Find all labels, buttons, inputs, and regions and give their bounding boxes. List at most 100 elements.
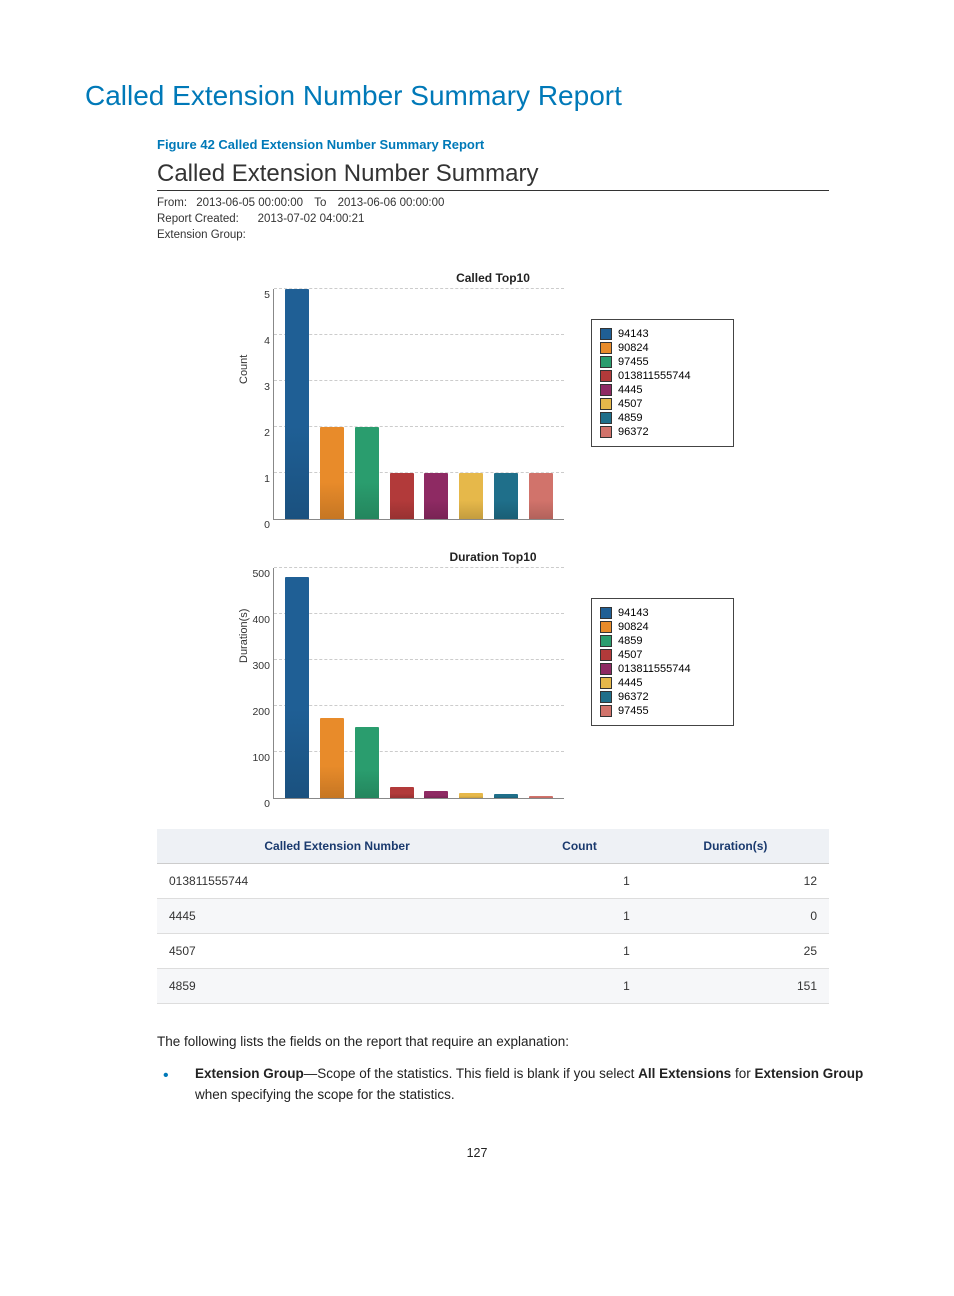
bar-4507 — [459, 473, 483, 519]
bullet-term: Extension Group — [195, 1066, 304, 1081]
table-cell: 4859 — [157, 969, 517, 1004]
created-label: Report Created: — [157, 213, 239, 225]
legend-label: 90824 — [618, 342, 649, 354]
figure-caption: Figure 42 Called Extension Number Summar… — [157, 137, 869, 152]
legend-label: 4445 — [618, 677, 642, 689]
table-cell: 4445 — [157, 899, 517, 934]
summary-table: Called Extension NumberCountDuration(s) … — [157, 829, 829, 1004]
y-tick: 3 — [246, 381, 270, 393]
legend-item: 90824 — [600, 342, 725, 354]
legend-item: 013811555744 — [600, 663, 725, 675]
legend-label: 4507 — [618, 649, 642, 661]
table-row: 48591151 — [157, 969, 829, 1004]
report-title: Called Extension Number Summary — [157, 160, 829, 191]
legend-item: 97455 — [600, 356, 725, 368]
legend-label: 013811555744 — [618, 663, 691, 675]
bullet-rest3: when specifying the scope for the statis… — [195, 1087, 455, 1102]
table-cell: 013811555744 — [157, 864, 517, 899]
table-cell: 1 — [517, 969, 642, 1004]
legend-swatch — [600, 384, 612, 396]
legend-item: 96372 — [600, 691, 725, 703]
bar-4859 — [355, 727, 379, 798]
legend-item: 4445 — [600, 677, 725, 689]
chart-legend: 9414390824974550138115557444445450748599… — [591, 319, 734, 447]
legend-label: 94143 — [618, 328, 649, 340]
chart-duration-top10: Duration Top10Duration(s)010020030040050… — [233, 550, 753, 799]
chart-legend: 94143 90824 4859 4507 013811555744 4445 96372 9… — [591, 598, 734, 726]
legend-swatch — [600, 649, 612, 661]
legend-label: 94143 — [618, 607, 649, 619]
table-cell: 0 — [642, 899, 829, 934]
bar-4859 — [494, 473, 518, 519]
legend-label: 4859 — [618, 635, 642, 647]
y-tick: 300 — [246, 660, 270, 672]
legend-item: 90824 — [600, 621, 725, 633]
plot-area: Count01234594143908249745501381155574444… — [273, 289, 564, 520]
table-cell: 25 — [642, 934, 829, 969]
legend-label: 96372 — [618, 691, 649, 703]
table-row: 4507125 — [157, 934, 829, 969]
legend-label: 4445 — [618, 384, 642, 396]
charts-host: Called Top10Count01234594143908249745501… — [157, 271, 829, 799]
legend-label: 013811555744 — [618, 370, 691, 382]
table-row: 444510 — [157, 899, 829, 934]
legend-swatch — [600, 705, 612, 717]
legend-label: 96372 — [618, 426, 649, 438]
table-header: Called Extension Number — [157, 829, 517, 864]
bar-013811555744 — [424, 791, 448, 798]
y-tick: 0 — [246, 519, 270, 531]
bar-4445 — [459, 793, 483, 798]
legend-swatch — [600, 356, 612, 368]
table-cell: 4507 — [157, 934, 517, 969]
meta-date-range: From: 2013-06-05 00:00:00 To 2013-06-06 … — [157, 197, 829, 209]
bar-90824 — [320, 427, 344, 519]
ext-group-label: Extension Group: — [157, 229, 246, 241]
bar-96372 — [529, 473, 553, 519]
y-tick: 100 — [246, 752, 270, 764]
y-tick: 2 — [246, 427, 270, 439]
bar-4445 — [424, 473, 448, 519]
bar-97455 — [355, 427, 379, 519]
legend-item: 4507 — [600, 398, 725, 410]
from-value: 2013-06-05 00:00:00 — [196, 197, 303, 209]
table-cell: 1 — [517, 864, 642, 899]
legend-item: 013811555744 — [600, 370, 725, 382]
bar-90824 — [320, 718, 344, 799]
table-row: 013811555744112 — [157, 864, 829, 899]
table-cell: 12 — [642, 864, 829, 899]
legend-swatch — [600, 412, 612, 424]
body-text: The following lists the fields on the re… — [157, 1032, 869, 1052]
bar-94143 — [285, 289, 309, 519]
y-tick: 200 — [246, 706, 270, 718]
from-label: From: — [157, 197, 187, 209]
legend-item: 4507 — [600, 649, 725, 661]
bullet-bold2: Extension Group — [754, 1066, 863, 1081]
page-heading: Called Extension Number Summary Report — [85, 80, 869, 112]
y-tick: 5 — [246, 289, 270, 301]
bullet-bold1: All Extensions — [638, 1066, 731, 1081]
to-value: 2013-06-06 00:00:00 — [338, 197, 445, 209]
bar-96372 — [494, 794, 518, 798]
y-tick: 0 — [246, 798, 270, 810]
legend-item: 4445 — [600, 384, 725, 396]
page-number: 127 — [85, 1146, 869, 1160]
legend-label: 97455 — [618, 356, 649, 368]
legend-swatch — [600, 663, 612, 675]
legend-label: 97455 — [618, 705, 649, 717]
legend-item: 94143 — [600, 328, 725, 340]
bar-97455 — [529, 796, 553, 798]
bullet-dash: — — [304, 1066, 318, 1081]
meta-ext-group: Extension Group: — [157, 229, 829, 241]
meta-created: Report Created: 2013-07-02 04:00:21 — [157, 213, 829, 225]
legend-swatch — [600, 398, 612, 410]
legend-swatch — [600, 621, 612, 633]
bar-013811555744 — [390, 473, 414, 519]
legend-swatch — [600, 426, 612, 438]
to-label: To — [314, 197, 326, 209]
y-tick: 1 — [246, 473, 270, 485]
table-cell: 1 — [517, 899, 642, 934]
bar-4507 — [390, 787, 414, 799]
legend-item: 97455 — [600, 705, 725, 717]
y-tick: 4 — [246, 335, 270, 347]
table-cell: 151 — [642, 969, 829, 1004]
